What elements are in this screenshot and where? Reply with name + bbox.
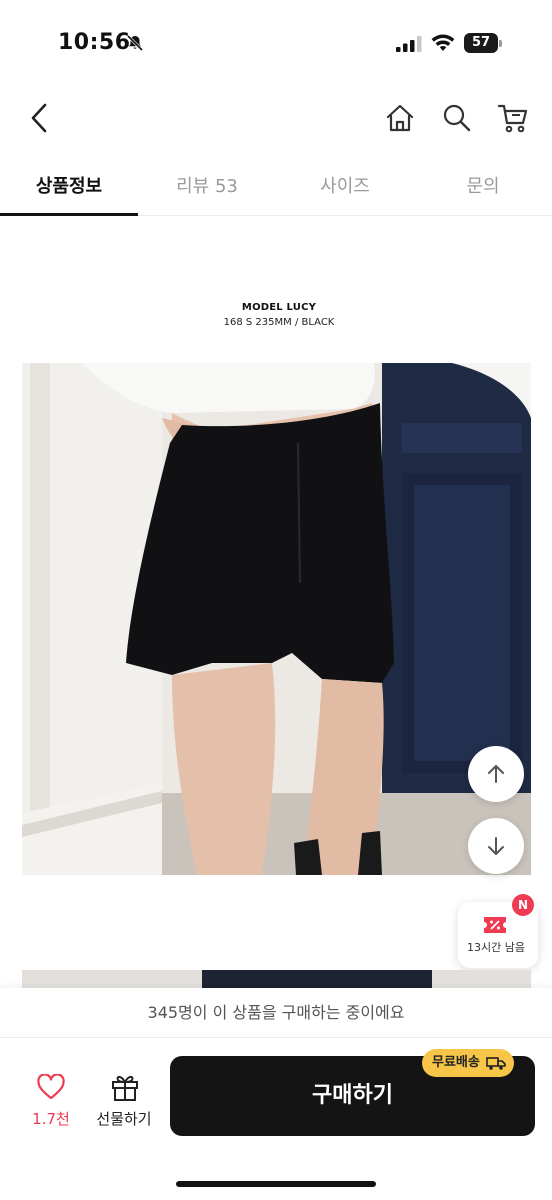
arrow-down-icon: [488, 837, 504, 855]
top-navigation: [0, 90, 552, 146]
cart-icon: [497, 104, 528, 133]
tab-product-info[interactable]: 상품정보: [0, 158, 138, 216]
home-icon: [386, 104, 414, 132]
free-shipping-label: 무료배송: [432, 1055, 480, 1070]
signal-icon: [396, 36, 422, 52]
gift-button[interactable]: 선물하기: [88, 1070, 160, 1130]
tab-inquiry[interactable]: 문의: [414, 158, 552, 215]
gift-label: 선물하기: [96, 1110, 152, 1128]
search-icon: [443, 104, 471, 132]
home-indicator: [176, 1181, 376, 1187]
like-count: 1.7천: [32, 1110, 70, 1128]
cart-button[interactable]: [493, 98, 533, 138]
bell-off-icon: [126, 34, 144, 52]
battery-level: 57: [471, 35, 491, 50]
heart-icon: [37, 1074, 65, 1100]
product-photo: [22, 363, 531, 875]
like-button[interactable]: 1.7천: [18, 1070, 84, 1130]
search-button[interactable]: [437, 98, 477, 138]
gift-icon: [112, 1075, 138, 1101]
coupon-icon: [484, 917, 506, 933]
battery-icon: 57: [464, 33, 502, 53]
tab-size[interactable]: 사이즈: [276, 158, 414, 215]
scroll-up-button[interactable]: [468, 746, 524, 802]
scroll-down-button[interactable]: [468, 818, 524, 874]
status-time: 10:56: [58, 30, 131, 55]
battery-cap: [499, 40, 502, 47]
product-photo-illustration: [22, 363, 531, 875]
wifi-icon: [431, 34, 455, 51]
product-tabs: 상품정보 리뷰 53 사이즈 문의: [0, 158, 552, 216]
arrow-up-icon: [488, 765, 504, 783]
buying-notice: 345명이 이 상품을 구매하는 중이에요: [0, 988, 552, 1038]
status-bar: 10:56 57: [0, 0, 552, 80]
back-button[interactable]: [22, 98, 58, 138]
new-badge: N: [512, 894, 534, 916]
back-chevron-icon: [31, 103, 47, 133]
model-info: 168 S 235MM / BLACK: [223, 317, 335, 328]
purchase-bar: 345명이 이 상품을 구매하는 중이에요 1.7천 선물하기 구매하기 무료배…: [0, 988, 552, 1200]
home-button[interactable]: [380, 98, 420, 138]
coupon-time-remaining: 13시간 남음: [467, 941, 525, 954]
tab-reviews[interactable]: 리뷰 53: [138, 158, 276, 215]
model-title: MODEL LUCY: [241, 302, 317, 313]
free-shipping-badge: 무료배송: [422, 1049, 514, 1077]
truck-icon: [486, 1057, 506, 1070]
